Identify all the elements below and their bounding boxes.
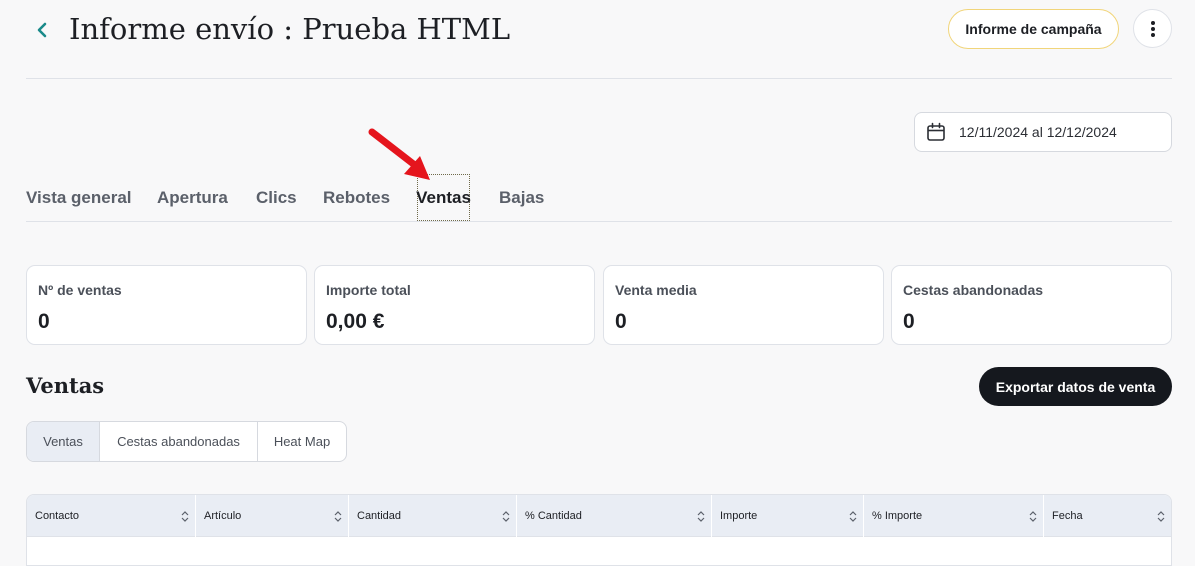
sales-view-switcher: Ventas Cestas abandonadas Heat Map xyxy=(26,421,347,462)
column-header-porcentaje-importe[interactable]: % Importe xyxy=(864,495,1044,537)
column-label: % Importe xyxy=(872,510,923,522)
column-label: Contacto xyxy=(35,510,80,522)
stat-label: Cestas abandonadas xyxy=(903,282,1044,298)
column-header-fecha[interactable]: Fecha xyxy=(1044,495,1171,537)
column-header-articulo[interactable]: Artículo xyxy=(196,495,349,537)
date-range-picker[interactable]: 12/11/2024 al 12/12/2024 xyxy=(914,112,1172,152)
tab-apertura[interactable]: Apertura xyxy=(157,174,228,221)
column-label: Cantidad xyxy=(357,510,402,522)
sort-icon xyxy=(697,511,705,522)
column-label: Fecha xyxy=(1052,510,1083,522)
stat-label: Venta media xyxy=(615,282,697,298)
stat-value: 0 xyxy=(38,310,50,333)
sales-table: Contacto Artículo Cantidad % Cantidad Im… xyxy=(26,494,1172,566)
page-title: Informe envío : Prueba HTML xyxy=(69,12,511,46)
stat-value: 0,00 € xyxy=(326,310,385,333)
stat-value: 0 xyxy=(615,310,627,333)
stat-label: Importe total xyxy=(326,282,411,298)
page-header: Informe envío : Prueba HTML Informe de c… xyxy=(26,0,1172,79)
sort-icon xyxy=(502,511,510,522)
view-heat-map[interactable]: Heat Map xyxy=(258,422,346,461)
sort-icon xyxy=(334,511,342,522)
stat-card-abandoned-carts: Cestas abandonadas 0 xyxy=(891,265,1172,345)
column-label: Artículo xyxy=(204,510,242,522)
page: Informe envío : Prueba HTML Informe de c… xyxy=(0,0,1195,566)
calendar-icon xyxy=(926,122,946,142)
sort-icon xyxy=(181,511,189,522)
view-ventas[interactable]: Ventas xyxy=(27,422,100,461)
red-arrow-annotation xyxy=(368,128,430,180)
export-sales-button[interactable]: Exportar datos de venta xyxy=(979,367,1172,406)
sort-icon xyxy=(849,511,857,522)
tab-bajas[interactable]: Bajas xyxy=(499,174,544,221)
view-cestas-abandonadas[interactable]: Cestas abandonadas xyxy=(100,422,258,461)
table-header: Contacto Artículo Cantidad % Cantidad Im… xyxy=(27,495,1171,537)
column-header-importe[interactable]: Importe xyxy=(712,495,864,537)
date-range-value: 12/11/2024 al 12/12/2024 xyxy=(959,124,1117,140)
column-label: % Cantidad xyxy=(525,510,582,522)
sort-icon xyxy=(1157,511,1165,522)
chevron-left-icon xyxy=(37,22,47,38)
stat-value: 0 xyxy=(903,310,915,333)
sort-icon xyxy=(1029,511,1037,522)
campaign-report-button[interactable]: Informe de campaña xyxy=(948,9,1119,49)
column-header-contacto[interactable]: Contacto xyxy=(27,495,196,537)
report-tabs: Vista general Apertura Clics Rebotes Ven… xyxy=(26,174,1172,222)
column-label: Importe xyxy=(720,510,758,522)
vertical-ellipsis-icon xyxy=(1150,20,1155,37)
more-options-button[interactable] xyxy=(1133,9,1172,48)
stat-card-total-amount: Importe total 0,00 € xyxy=(314,265,595,345)
tab-clics[interactable]: Clics xyxy=(256,174,297,221)
column-header-porcentaje-cantidad[interactable]: % Cantidad xyxy=(517,495,712,537)
column-header-cantidad[interactable]: Cantidad xyxy=(349,495,517,537)
stat-card-average-sale: Venta media 0 xyxy=(603,265,884,345)
tab-vista-general[interactable]: Vista general xyxy=(26,174,132,221)
stat-label: Nº de ventas xyxy=(38,282,122,298)
sales-section-title: Ventas xyxy=(26,373,105,398)
back-button[interactable] xyxy=(30,18,54,42)
stat-card-sales-count: Nº de ventas 0 xyxy=(26,265,307,345)
